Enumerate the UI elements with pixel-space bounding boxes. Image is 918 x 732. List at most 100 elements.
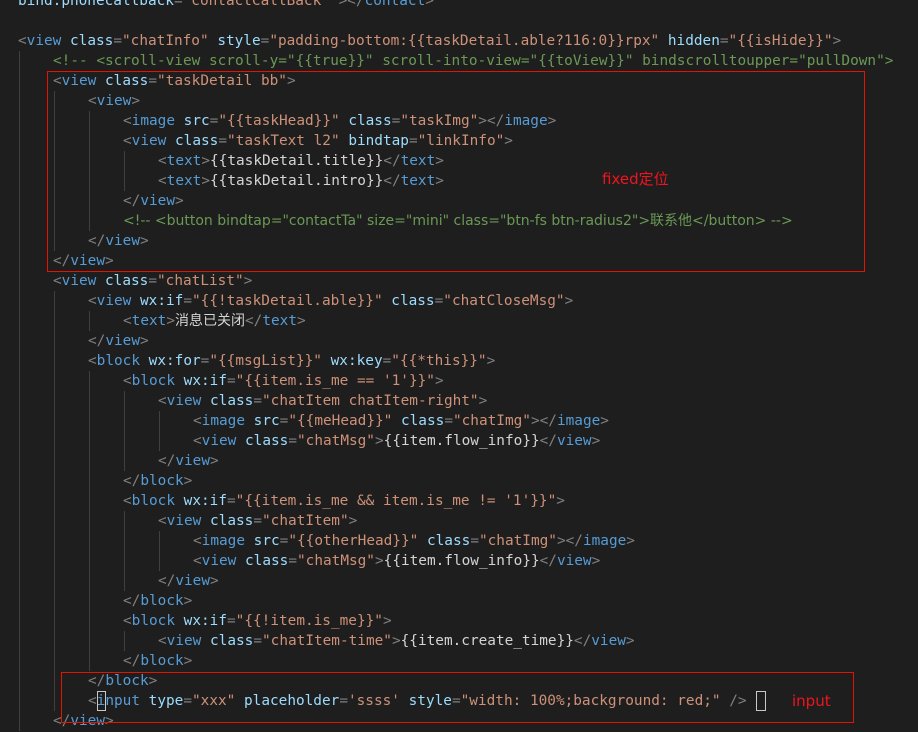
code-tag-name: view [201, 553, 237, 569]
code-line[interactable]: <block wx:if="{{item.is_me == '1'}}"> [0, 371, 918, 391]
code-line[interactable]: </view> [0, 191, 918, 211]
indent-guide [53, 351, 55, 371]
indent-guide [53, 171, 55, 191]
code-punctuation: > [348, 513, 358, 529]
code-line[interactable]: </block> [0, 591, 918, 611]
code-punctuation: > [382, 613, 392, 629]
code-line[interactable]: <!-- <button bindtap="contactTa" size="m… [0, 211, 918, 231]
code-line[interactable]: </view> [0, 451, 918, 471]
fixed-annotation-label: fixed定位 [602, 170, 669, 188]
code-line[interactable]: <view class="taskDetail bb"> [0, 71, 918, 91]
indent-guide [18, 611, 20, 631]
code-string: "chatMsg" [297, 433, 375, 449]
code-line[interactable]: <image src="{{otherHead}}" class="chatIm… [0, 531, 918, 551]
code-content: </view> [158, 571, 219, 591]
code-line[interactable]: <text>消息已关闭</text> [0, 311, 918, 331]
code-line[interactable]: <text>{{taskDetail.title}}</text> [0, 151, 918, 171]
code-line[interactable]: <view wx:if="{{!taskDetail.able}}" class… [0, 291, 918, 311]
code-string: "{{item.is_me && item.is_me != '1'}}" [235, 493, 557, 509]
code-attribute: bindtap [348, 133, 409, 149]
code-content: <view class="chatItem chatItem-right"> [158, 391, 487, 411]
code-line[interactable]: </view> [0, 571, 918, 591]
code-punctuation: < [158, 153, 167, 169]
indent-guide [18, 251, 20, 271]
code-line[interactable]: bind:phonecallback="contactCallBack" ></… [0, 0, 918, 11]
code-content: <view class="chatItem-time">{{item.creat… [158, 631, 635, 651]
code-punctuation: ></ [556, 533, 583, 549]
code-punctuation: /> [729, 693, 747, 709]
code-punctuation: < [88, 353, 97, 369]
code-line[interactable]: <view> [0, 91, 918, 111]
indent-guide [88, 511, 90, 531]
code-line[interactable]: <input type="xxx" placeholder='ssss' sty… [0, 691, 918, 711]
code-line[interactable]: <view class="taskText l2" bindtap="linkI… [0, 131, 918, 151]
code-line[interactable]: </block> [0, 671, 918, 691]
code-punctuation: </ [539, 553, 557, 569]
code-line[interactable]: <block wx:for="{{msgList}}" wx:key="{{*t… [0, 351, 918, 371]
code-tag-name: view [591, 633, 626, 649]
code-punctuation: = [227, 373, 236, 389]
indent-guide [88, 551, 90, 571]
code-line[interactable]: <image src="{{taskHead}}" class="taskImg… [0, 111, 918, 131]
code-punctuation: < [18, 33, 27, 49]
code-tag-name: view [61, 273, 97, 289]
code-line[interactable]: </view> [0, 251, 918, 271]
indent-guide [18, 491, 20, 511]
indent-guide [53, 291, 55, 311]
code-punctuation: = [391, 113, 401, 129]
code-comment: <!-- <scroll-view scroll-y="{{true}}" sc… [53, 53, 894, 69]
code-line[interactable]: </view> [0, 711, 918, 731]
code-line[interactable]: <view class="chatItem chatItem-right"> [0, 391, 918, 411]
code-punctuation: = [434, 293, 444, 309]
code-punctuation: </ [123, 653, 141, 669]
indent-guide [88, 151, 90, 171]
code-punctuation: > [104, 253, 114, 269]
code-text: {{item.flow_info}} [383, 553, 540, 569]
code-line[interactable]: <view class="chatMsg">{{item.flow_info}}… [0, 431, 918, 451]
code-punctuation: > [435, 153, 444, 169]
code-line[interactable]: </block> [0, 651, 918, 671]
code-line[interactable]: <view class="chatInfo" style="padding-bo… [0, 31, 918, 51]
code-line[interactable]: <view class="chatMsg">{{item.flow_info}}… [0, 551, 918, 571]
code-punctuation: > [478, 393, 488, 409]
indent-guide [88, 371, 90, 391]
code-string: "chatItem chatItem-right" [262, 393, 479, 409]
code-punctuation: < [53, 73, 62, 89]
code-tag-name: text [166, 173, 202, 189]
code-line[interactable]: <view class="chatList"> [0, 271, 918, 291]
code-string: "{{*this}}" [391, 353, 487, 369]
indent-guide [18, 211, 20, 231]
code-line[interactable]: <block wx:if="{{!item.is_me}}"> [0, 611, 918, 631]
code-line[interactable]: </view> [0, 231, 918, 251]
code-editor[interactable]: bind:phonecallback="contactCallBack" ></… [0, 0, 918, 731]
code-tag-name: view [96, 93, 132, 109]
code-line[interactable]: <!-- <scroll-view scroll-y="{{true}}" sc… [0, 51, 918, 71]
code-line[interactable]: </view> [0, 331, 918, 351]
code-line[interactable]: <text>{{taskDetail.intro}}</text> [0, 171, 918, 191]
code-line[interactable] [0, 11, 918, 31]
indent-guide [123, 431, 125, 451]
indent-guide [88, 391, 90, 411]
code-punctuation: > [131, 93, 140, 109]
indent-guide [18, 451, 20, 471]
indent-guide [18, 671, 20, 691]
code-tag-name: block [140, 593, 184, 609]
code-attribute: class [426, 533, 471, 549]
code-line[interactable]: <block wx:if="{{item.is_me && item.is_me… [0, 491, 918, 511]
code-punctuation: > [564, 293, 574, 309]
code-punctuation: < [193, 433, 202, 449]
code-line[interactable]: <view class="chatItem"> [0, 511, 918, 531]
code-content: <view class="chatInfo" style="padding-bo… [18, 31, 841, 51]
code-string: "{{msgList}}" [209, 353, 322, 369]
code-content: <view class="chatMsg">{{item.flow_info}}… [193, 551, 600, 571]
code-line[interactable]: <image src="{{meHead}}" class="chatImg">… [0, 411, 918, 431]
code-content: </block> [123, 591, 192, 611]
code-line[interactable]: <view class="chatItem-time">{{item.creat… [0, 631, 918, 651]
code-tag-name: view [175, 453, 210, 469]
code-line[interactable]: </block> [0, 471, 918, 491]
